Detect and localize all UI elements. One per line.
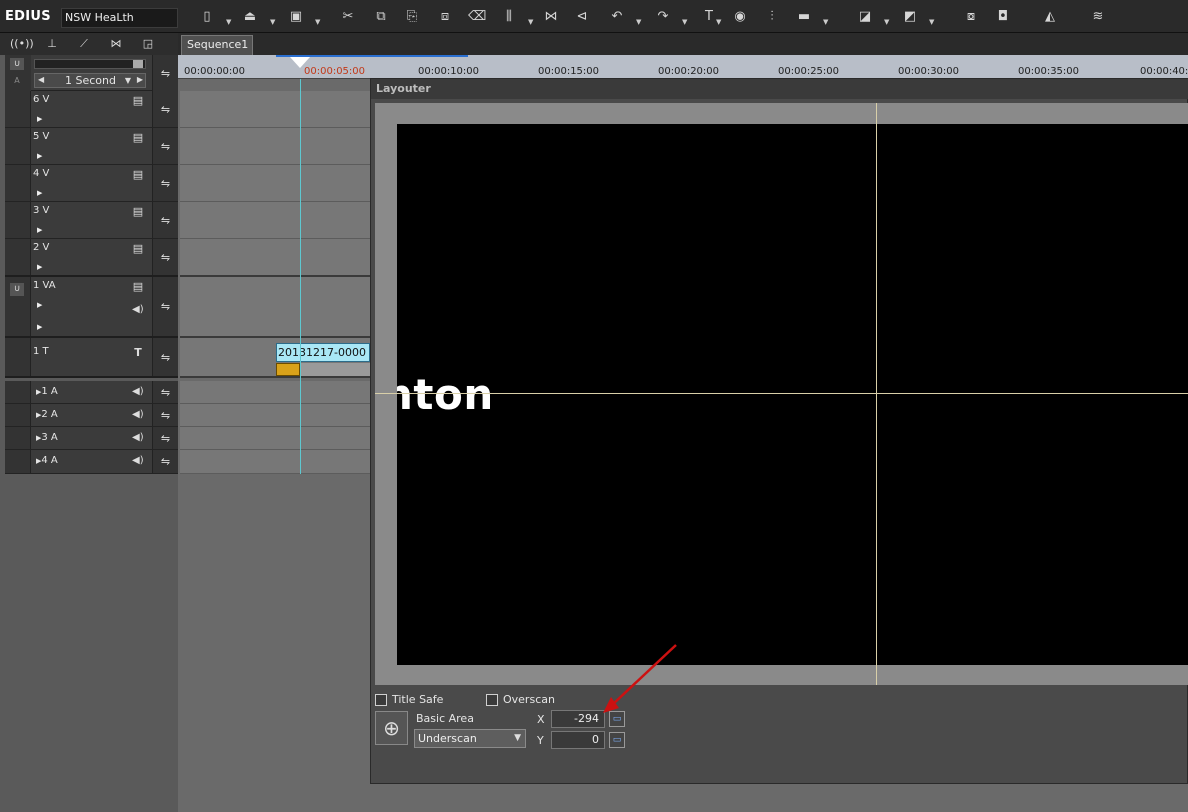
edius-window: EDIUS NSW HeaLth ▯ ▼ ⏏ ▼ ▣ ▼ ✂ ⧉ ⎘ ⧈ ⌫ ⫼ ▼ ⋈…: [0, 0, 1188, 812]
arrow-shaft: [611, 644, 677, 706]
annotation-arrow: [603, 644, 677, 713]
